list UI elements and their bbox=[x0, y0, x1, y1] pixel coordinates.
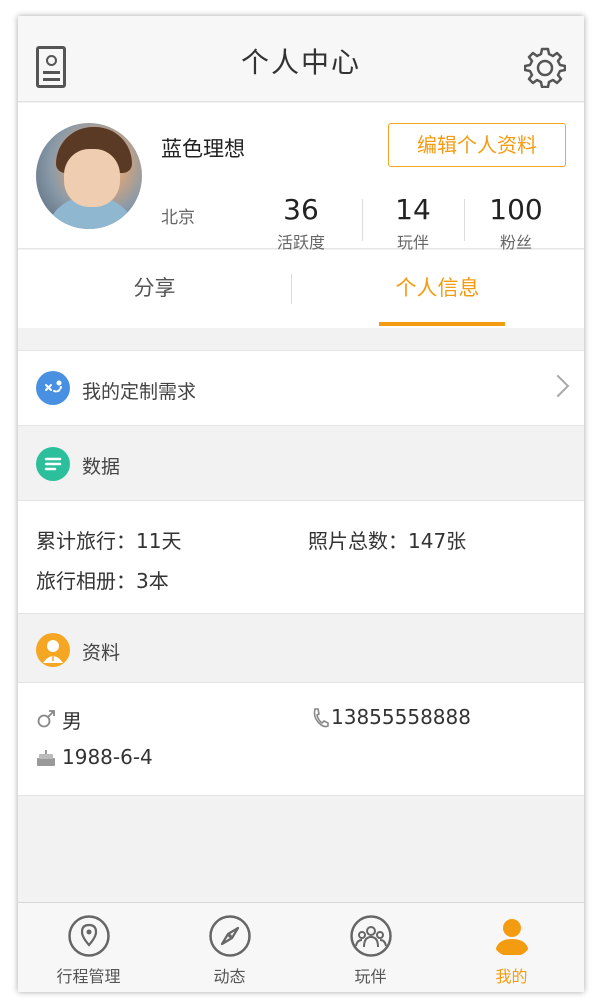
custom-request-label: 我的定制需求 bbox=[82, 381, 197, 403]
list-icon bbox=[36, 447, 70, 481]
nav-label: 我的 bbox=[495, 967, 528, 986]
stat-value: 14 bbox=[395, 193, 431, 226]
tab-personal-info[interactable]: 个人信息 bbox=[291, 250, 584, 328]
data-section-title: 数据 bbox=[82, 456, 121, 478]
custom-request-row[interactable]: 我的定制需求 bbox=[18, 350, 584, 426]
stat-fans[interactable]: 100 粉丝 bbox=[466, 195, 566, 253]
nav-partners[interactable]: 玩伴 bbox=[300, 903, 441, 992]
stat-value: 36 bbox=[283, 193, 319, 226]
cake-icon bbox=[37, 750, 55, 766]
profile-summary: 蓝色理想 北京 编辑个人资料 36 活跃度 14 玩伴 100 粉丝 bbox=[18, 103, 584, 252]
top-bar: 个人中心 bbox=[18, 16, 584, 102]
gear-icon[interactable] bbox=[524, 46, 566, 88]
stat-value: 100 bbox=[489, 193, 543, 226]
profile-section-header: 资料 bbox=[18, 614, 584, 682]
avatar[interactable] bbox=[36, 123, 142, 229]
nav-label: 行程管理 bbox=[56, 967, 121, 986]
user-city: 北京 bbox=[161, 208, 195, 228]
total-trips: 累计旅行：11天 bbox=[36, 529, 182, 553]
nav-label: 动态 bbox=[213, 967, 246, 986]
phone-icon bbox=[313, 708, 329, 728]
tab-share[interactable]: 分享 bbox=[18, 250, 291, 328]
active-tab-indicator bbox=[379, 322, 505, 326]
male-icon bbox=[37, 710, 55, 728]
chevron-right-icon bbox=[546, 374, 570, 398]
total-photos: 照片总数：147张 bbox=[308, 529, 467, 553]
profile-section-title: 资料 bbox=[82, 642, 121, 664]
stat-divider bbox=[464, 199, 465, 241]
bottom-navigation: 行程管理 动态 玩伴 我的 bbox=[18, 902, 584, 992]
person-icon bbox=[36, 633, 70, 667]
user-icon bbox=[494, 919, 529, 955]
edit-profile-button[interactable]: 编辑个人资料 bbox=[388, 123, 566, 167]
data-section-header: 数据 bbox=[18, 428, 584, 500]
page-title: 个人中心 bbox=[240, 46, 361, 79]
group-icon bbox=[349, 915, 392, 957]
custom-request-icon bbox=[36, 371, 70, 405]
data-section-body: 累计旅行：11天 照片总数：147张 旅行相册：3本 bbox=[18, 500, 584, 614]
travel-albums: 旅行相册：3本 bbox=[36, 569, 169, 593]
username: 蓝色理想 bbox=[161, 137, 245, 161]
nav-mine[interactable]: 我的 bbox=[441, 903, 582, 992]
nav-label: 玩伴 bbox=[354, 967, 387, 986]
gender-value: 男 bbox=[62, 709, 82, 733]
profile-tabs: 分享 个人信息 bbox=[18, 250, 584, 328]
nav-moments[interactable]: 动态 bbox=[159, 903, 300, 992]
phone-screen: 个人中心 蓝色理想 北京 编辑个人资料 36 活跃度 14 玩伴 100 粉丝 … bbox=[18, 16, 584, 992]
stat-activity[interactable]: 36 活跃度 bbox=[251, 195, 351, 253]
stat-partners[interactable]: 14 玩伴 bbox=[363, 195, 463, 253]
phone-value: 13855558888 bbox=[331, 705, 471, 729]
compass-icon bbox=[208, 915, 251, 957]
location-pin-icon bbox=[67, 915, 110, 957]
birthday-value: 1988-6-4 bbox=[62, 745, 153, 769]
nav-itinerary[interactable]: 行程管理 bbox=[18, 903, 159, 992]
profile-section-body: 男 13855558888 1988-6-4 bbox=[18, 682, 584, 796]
